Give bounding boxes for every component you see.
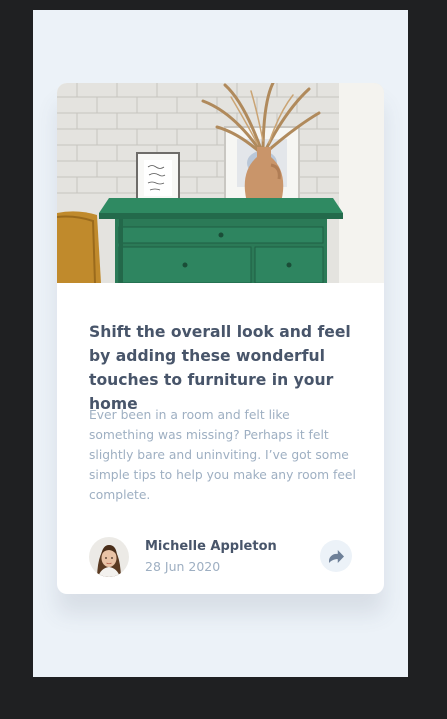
article-card: Shift the overall look and feel by addin… <box>57 83 384 594</box>
avatar-photo <box>89 537 129 577</box>
page-panel: Shift the overall look and feel by addin… <box>33 10 408 677</box>
author-name: Michelle Appleton <box>145 539 277 554</box>
drawers-photo <box>57 83 384 283</box>
share-button[interactable] <box>320 540 352 572</box>
avatar <box>89 537 129 577</box>
card-description: Ever been in a room and felt like someth… <box>89 408 356 502</box>
card-title: Shift the overall look and feel by addin… <box>89 323 351 413</box>
share-icon <box>328 549 344 563</box>
post-date: 28 Jun 2020 <box>145 559 221 574</box>
